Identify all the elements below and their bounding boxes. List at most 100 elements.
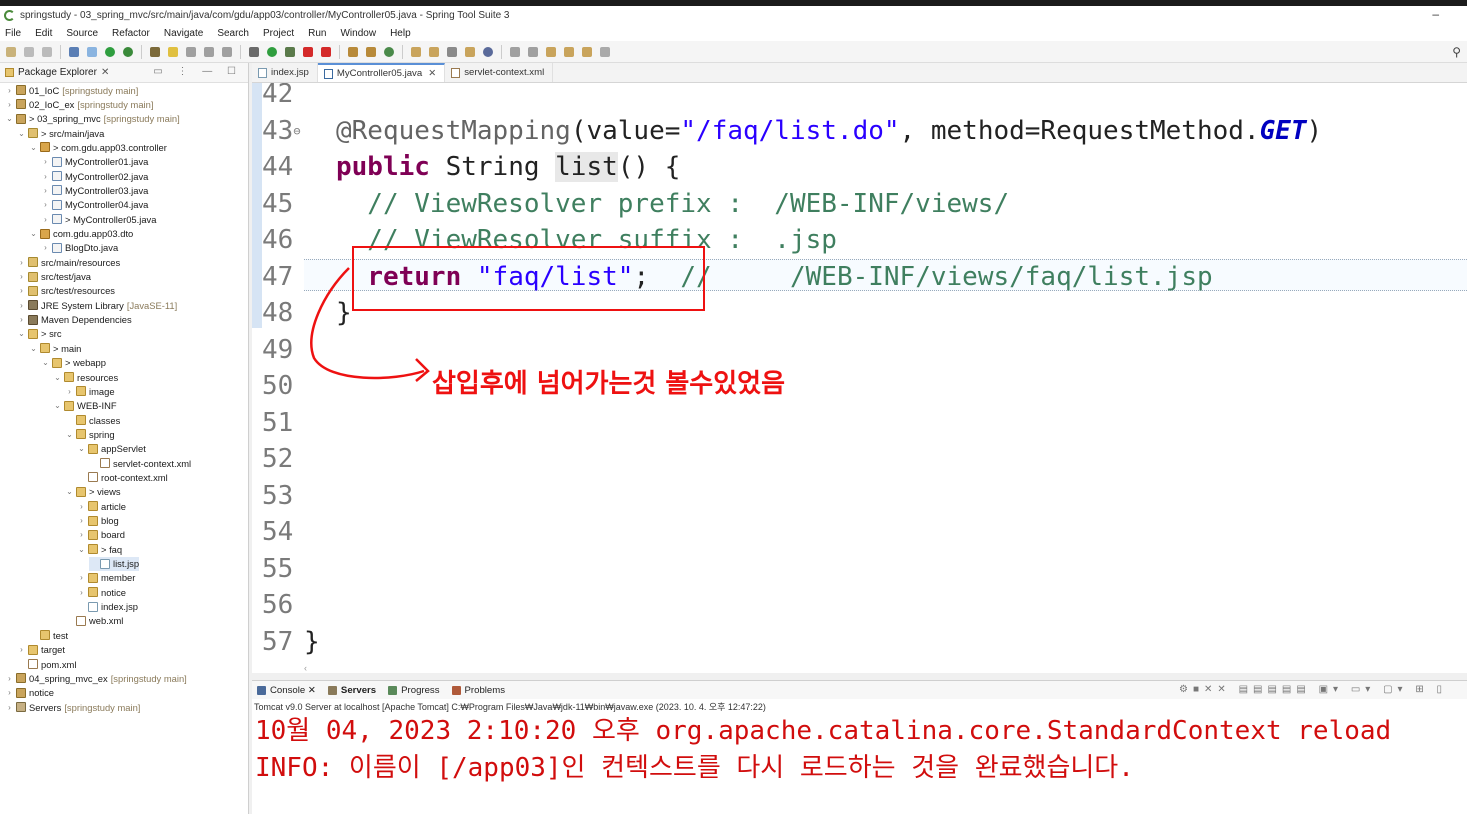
- chevron-right-icon[interactable]: ›: [77, 516, 86, 525]
- chevron-right-icon[interactable]: ›: [5, 100, 14, 109]
- chevron-right-icon[interactable]: ›: [77, 573, 86, 582]
- chevron-right-icon[interactable]: ›: [77, 530, 86, 539]
- tab-console[interactable]: Console ✕: [257, 685, 316, 696]
- chevron-right-icon[interactable]: ›: [77, 502, 86, 511]
- menu-edit[interactable]: Edit: [35, 28, 52, 39]
- tab-index-jsp[interactable]: index.jsp: [252, 63, 318, 82]
- previous-annotation-icon[interactable]: [528, 46, 538, 57]
- horizontal-scroll-indicator[interactable]: ‹: [304, 663, 307, 673]
- refresh-icon[interactable]: [123, 46, 133, 57]
- save-icon[interactable]: [24, 46, 34, 57]
- tree-item[interactable]: ⌄ > faq: [77, 542, 122, 556]
- tree-item[interactable]: › Maven Dependencies: [17, 313, 132, 327]
- tree-item[interactable]: ⌄ appServlet: [77, 442, 146, 456]
- tree-item[interactable]: list.jsp: [89, 556, 140, 571]
- tree-item[interactable]: › Servers [springstudy main]: [5, 700, 140, 714]
- chevron-right-icon[interactable]: ›: [41, 157, 50, 166]
- tree-item[interactable]: › src/test/java: [17, 270, 91, 284]
- tree-item[interactable]: ⌄ > src: [17, 327, 61, 341]
- chevron-right-icon[interactable]: ›: [17, 301, 26, 310]
- chevron-down-icon[interactable]: ⌄: [77, 545, 86, 554]
- tree-item[interactable]: ⌄ > src/main/java: [17, 126, 104, 140]
- tab-servers[interactable]: Servers: [327, 685, 376, 696]
- menu-source[interactable]: Source: [66, 28, 98, 39]
- block-select-icon[interactable]: [204, 46, 214, 57]
- last-edit-icon[interactable]: [546, 46, 556, 57]
- chevron-right-icon[interactable]: ›: [5, 86, 14, 95]
- pin-editor-icon[interactable]: [600, 46, 610, 57]
- open-folder-icon[interactable]: [429, 46, 439, 57]
- run-icon[interactable]: [267, 46, 277, 57]
- tree-item[interactable]: ⌄ > main: [29, 341, 81, 355]
- chevron-right-icon[interactable]: ›: [41, 215, 50, 224]
- minimize-button[interactable]: –: [1432, 7, 1439, 21]
- chevron-down-icon[interactable]: ⌄: [29, 344, 38, 353]
- menu-run[interactable]: Run: [308, 28, 326, 39]
- chevron-down-icon[interactable]: ⌄: [5, 114, 14, 123]
- globe-icon[interactable]: [483, 46, 493, 57]
- tree-item[interactable]: ⌄ spring: [65, 427, 114, 441]
- open-project-icon[interactable]: [411, 46, 421, 57]
- pen-icon[interactable]: [447, 46, 457, 57]
- tree-item[interactable]: › member: [77, 571, 135, 585]
- tree-item[interactable]: › 01_IoC [springstudy main]: [5, 83, 138, 97]
- skip-breakpoints-icon[interactable]: [87, 46, 97, 57]
- tree-item[interactable]: › article: [77, 499, 126, 513]
- chevron-down-icon[interactable]: ⌄: [17, 329, 26, 338]
- chevron-down-icon[interactable]: ⌄: [41, 358, 50, 367]
- next-annotation-icon[interactable]: [510, 46, 520, 57]
- tree-item[interactable]: › MyController02.java: [41, 169, 148, 183]
- tree-item[interactable]: › src/main/resources: [17, 255, 120, 269]
- chevron-right-icon[interactable]: ›: [41, 172, 50, 181]
- tree-item[interactable]: › MyController03.java: [41, 183, 148, 197]
- mark-occurrences-icon[interactable]: [168, 46, 178, 57]
- menu-window[interactable]: Window: [340, 28, 376, 39]
- chevron-down-icon[interactable]: ⌄: [29, 229, 38, 238]
- chevron-down-icon[interactable]: ⌄: [65, 430, 74, 439]
- external-tools-icon[interactable]: [285, 46, 295, 57]
- back-icon[interactable]: [564, 46, 574, 57]
- code-editor[interactable]: 42 43⊖ 44 45 46 47 48 49 50 51 52 53 54 …: [252, 83, 1467, 673]
- tab-progress[interactable]: Progress: [388, 685, 440, 696]
- chevron-down-icon[interactable]: ⌄: [53, 373, 62, 382]
- tree-item[interactable]: web.xml: [65, 614, 123, 628]
- new-icon[interactable]: [6, 46, 16, 57]
- chevron-right-icon[interactable]: ›: [65, 387, 74, 396]
- chevron-down-icon[interactable]: ⌄: [53, 401, 62, 410]
- chevron-down-icon[interactable]: ⌄: [65, 487, 74, 496]
- chevron-down-icon[interactable]: ⌄: [77, 444, 86, 453]
- chevron-down-icon[interactable]: ⌄: [29, 143, 38, 152]
- chevron-down-icon[interactable]: ⌄: [17, 129, 26, 138]
- new-java-project-icon[interactable]: [348, 46, 358, 57]
- chevron-right-icon[interactable]: ›: [17, 286, 26, 295]
- tree-item[interactable]: › notice: [5, 686, 54, 700]
- menu-navigate[interactable]: Navigate: [164, 28, 203, 39]
- chevron-right-icon[interactable]: ›: [17, 315, 26, 324]
- tree-item[interactable]: › JRE System Library [JavaSE-11]: [17, 298, 177, 312]
- tab-servlet-context[interactable]: servlet-context.xml: [445, 63, 554, 82]
- open-task-icon[interactable]: [465, 46, 475, 57]
- word-wrap-icon[interactable]: [186, 46, 196, 57]
- package-explorer-title[interactable]: Package Explorer: [18, 67, 97, 78]
- tree-item[interactable]: ⌄ resources: [53, 370, 118, 384]
- tree-item[interactable]: ⌄ > com.gdu.app03.controller: [29, 140, 167, 154]
- tree-item[interactable]: ⌄ > webapp: [41, 356, 106, 370]
- menu-file[interactable]: File: [5, 28, 21, 39]
- tab-mycontroller05[interactable]: MyController05.java ✕: [317, 63, 446, 82]
- tree-item[interactable]: › image: [65, 384, 114, 398]
- chevron-right-icon[interactable]: ›: [17, 645, 26, 654]
- chevron-right-icon[interactable]: ›: [77, 588, 86, 597]
- chevron-right-icon[interactable]: ›: [5, 688, 14, 697]
- chevron-right-icon[interactable]: ›: [5, 703, 14, 712]
- new-class-icon[interactable]: [384, 46, 394, 57]
- disconnect-icon[interactable]: [321, 46, 331, 57]
- open-type-icon[interactable]: [150, 46, 160, 57]
- tree-item[interactable]: › MyController04.java: [41, 198, 148, 212]
- show-whitespace-icon[interactable]: [222, 46, 232, 57]
- search-icon[interactable]: ⚲: [1452, 45, 1461, 59]
- tree-item[interactable]: servlet-context.xml: [89, 456, 191, 470]
- chevron-right-icon[interactable]: ›: [41, 200, 50, 209]
- tree-item[interactable]: › BlogDto.java: [41, 241, 118, 255]
- tab-problems[interactable]: Problems: [451, 685, 505, 696]
- tree-item[interactable]: index.jsp: [77, 600, 138, 614]
